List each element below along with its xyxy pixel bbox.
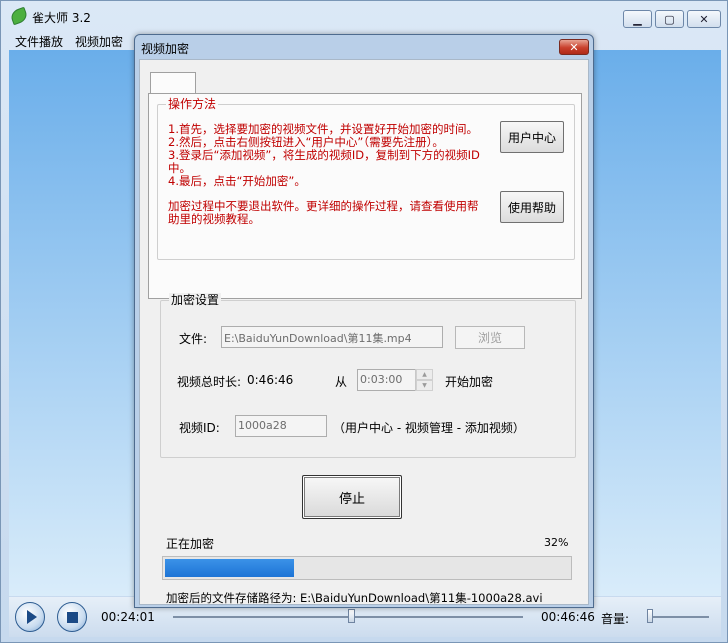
spin-down-icon[interactable]: ▼ [416, 380, 433, 391]
file-input[interactable]: E:\BaiduYunDownload\第11集.mp4 [221, 326, 443, 348]
menubar: 文件播放 视频加密 [9, 31, 129, 49]
video-id-input[interactable]: 1000a28 [235, 415, 327, 437]
instruction-step: 3.登录后“添加视频”，将生成的视频ID，复制到下方的视频ID中。 [168, 148, 480, 175]
method-groupbox: 操作方法 1.首先，选择要加密的视频文件，并设置好开始加密的时间。 2.然后，点… [157, 97, 575, 260]
from-label: 从 [335, 375, 348, 389]
play-icon [26, 610, 37, 624]
leaf-logo-icon [9, 6, 29, 26]
help-button[interactable]: 使用帮助 [500, 191, 564, 223]
dialog-title: 视频加密 [141, 42, 190, 56]
seek-thumb[interactable] [347, 609, 355, 623]
menu-video-encrypt[interactable]: 视频加密 [69, 31, 129, 49]
encrypt-percent: 32% [544, 536, 569, 549]
instruction-step: 4.最后，点击“开始加密”。 [168, 174, 306, 188]
instructions: 1.首先，选择要加密的视频文件，并设置好开始加密的时间。 2.然后，点击右侧按钮… [168, 123, 488, 226]
dialog-client: 操作方法 1.首先，选择要加密的视频文件，并设置好开始加密的时间。 2.然后，点… [139, 59, 589, 605]
menu-file-play[interactable]: 文件播放 [9, 31, 69, 49]
spin-up-icon[interactable]: ▲ [416, 369, 433, 380]
start-encrypt-suffix: 开始加密 [445, 375, 494, 389]
stop-playback-button[interactable] [57, 602, 87, 632]
stop-icon [66, 611, 78, 623]
app-title: 雀大师 3.2 [32, 11, 91, 25]
instruction-note: 加密过程中不要退出软件。更详细的操作过程，请查看使用帮助里的视频教程。 [168, 199, 479, 226]
current-time: 00:24:01 [101, 610, 155, 624]
encrypt-progress-fill [165, 559, 295, 577]
duration-label: 视频总时长: [177, 375, 242, 389]
main-titlebar[interactable]: 雀大师 3.2 ▁ ▢ ✕ [1, 1, 727, 31]
volume-track[interactable] [649, 616, 709, 618]
encrypt-progress-bar [162, 556, 572, 580]
tab-header[interactable] [150, 72, 196, 94]
browse-button[interactable]: 浏览 [455, 326, 525, 349]
maximize-button[interactable]: ▢ [655, 10, 684, 28]
stop-encrypt-button[interactable]: 停止 [302, 475, 402, 519]
encrypt-dialog: 视频加密 ✕ 操作方法 1.首先，选择要加密的视频文件，并设置好开始加密的时间。… [134, 34, 594, 608]
video-id-hint: （用户中心 - 视频管理 - 添加视频） [333, 421, 525, 435]
method-legend: 操作方法 [166, 97, 219, 111]
duration-value: 0:46:46 [247, 373, 294, 387]
user-center-button[interactable]: 用户中心 [500, 121, 564, 153]
tab-page: 操作方法 1.首先，选择要加密的视频文件，并设置好开始加密的时间。 2.然后，点… [148, 93, 582, 299]
file-label: 文件: [179, 332, 208, 346]
play-button[interactable] [15, 602, 45, 632]
total-time: 00:46:46 [541, 610, 595, 624]
close-button[interactable]: ✕ [687, 10, 721, 28]
output-path: 加密后的文件存储路径为: E:\BaiduYunDownload\第11集-10… [166, 591, 543, 605]
minimize-button[interactable]: ▁ [623, 10, 652, 28]
encrypt-status: 正在加密 [166, 537, 215, 551]
dialog-titlebar[interactable]: 视频加密 ✕ [135, 35, 593, 59]
volume-label: 音量: [601, 612, 630, 626]
volume-thumb[interactable] [647, 609, 653, 623]
encrypt-settings-legend: 加密设置 [169, 293, 222, 307]
dialog-close-button[interactable]: ✕ [559, 39, 589, 55]
encrypt-settings-groupbox: 加密设置 文件: E:\BaiduYunDownload\第11集.mp4 浏览… [160, 293, 576, 458]
video-id-label: 视频ID: [179, 421, 220, 435]
start-time-spinner: ▲ ▼ [415, 369, 433, 391]
